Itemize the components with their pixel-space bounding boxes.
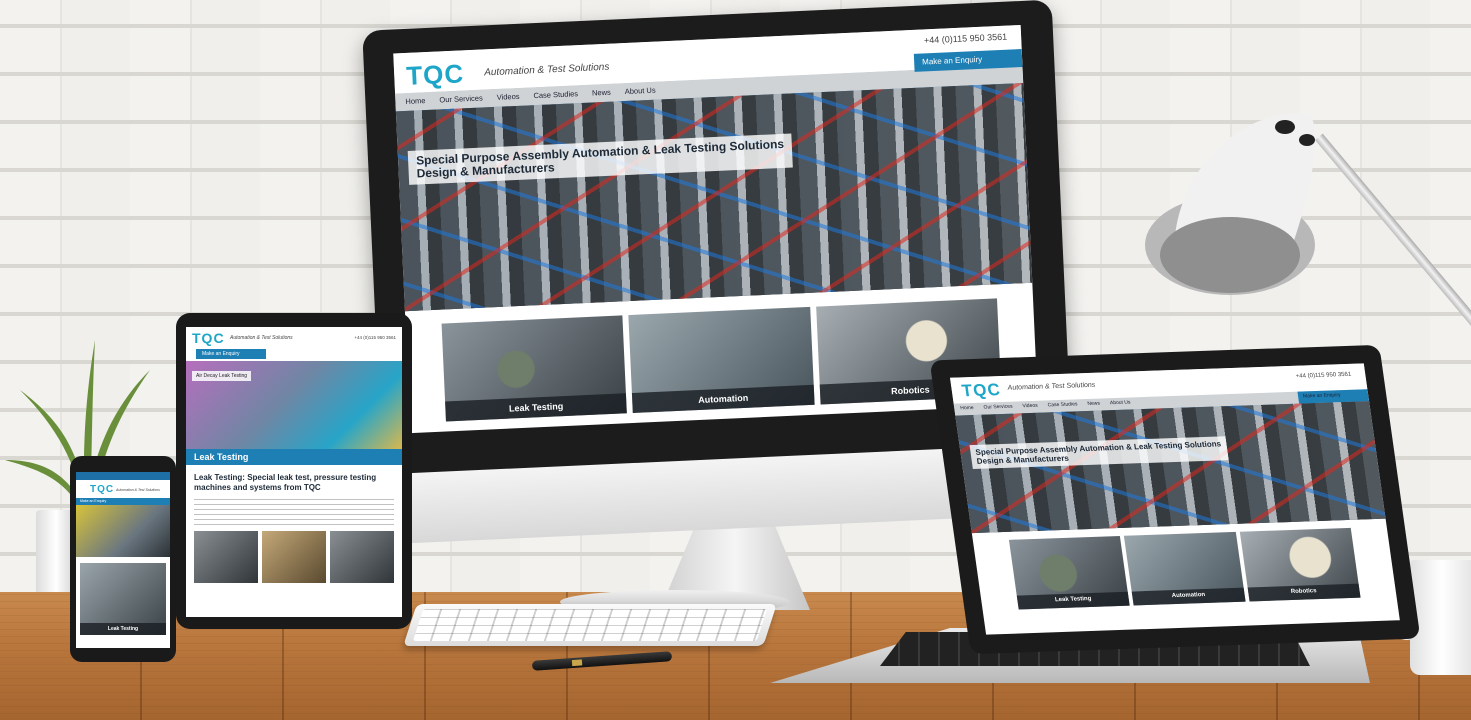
site-logo[interactable]: TQC (90, 484, 114, 495)
thumbnail-image[interactable] (262, 531, 326, 583)
tile-label: Automation (632, 384, 815, 413)
nav-about-us[interactable]: About Us (625, 86, 656, 97)
thumbnail-row (186, 529, 402, 585)
site-header: TQC Automation & Test Solutions (76, 480, 170, 498)
section-title-bar: Leak Testing (186, 449, 402, 465)
thumbnail-image[interactable] (330, 531, 394, 583)
desk-lamp-shade (1145, 113, 1316, 295)
body-text-lines (194, 499, 394, 525)
site-logo[interactable]: TQC (406, 58, 465, 92)
site-logo[interactable]: TQC (961, 380, 1003, 401)
phone-number[interactable]: +44 (0)115 950 3561 (354, 335, 396, 340)
tile-label: Automation (1132, 587, 1246, 606)
keyboard (403, 604, 777, 646)
tile-leak-testing[interactable]: Leak Testing (80, 563, 166, 635)
hero-label: Air Decay Leak Testing (192, 371, 252, 381)
nav-home[interactable]: Home (960, 405, 974, 413)
nav-videos[interactable]: Videos (497, 92, 520, 103)
tile-label: Leak Testing (1016, 591, 1130, 610)
hero-title: Special Purpose Assembly Automation & Le… (969, 436, 1229, 470)
tablet-hero: Air Decay Leak Testing (186, 361, 402, 449)
coffee-mug (1410, 560, 1471, 675)
nav-news[interactable]: News (592, 88, 611, 99)
nav-our-services[interactable]: Our Services (439, 93, 483, 105)
nav-home[interactable]: Home (405, 96, 425, 107)
hero-title: Special Purpose Assembly Automation & Le… (407, 133, 794, 185)
tile-automation[interactable]: Automation (628, 306, 815, 413)
site-tagline: Automation & Test Solutions (483, 61, 610, 79)
tile-label: Leak Testing (445, 393, 628, 422)
phone-screen: TQC Automation & Test Solutions Make an … (76, 472, 170, 648)
service-tiles: Leak Testing Automation Robotics (972, 519, 1398, 619)
tile-leak-testing[interactable]: Leak Testing (441, 315, 628, 422)
nav-news[interactable]: News (1087, 401, 1101, 409)
tablet-screen: TQC Automation & Test Solutions +44 (0)1… (186, 327, 402, 617)
thumbnail-image[interactable] (194, 531, 258, 583)
tablet: TQC Automation & Test Solutions +44 (0)1… (176, 313, 412, 629)
site-tagline: Automation & Test Solutions (1007, 381, 1096, 392)
nav-about-us[interactable]: About Us (1110, 400, 1132, 409)
nav-case-studies[interactable]: Case Studies (1047, 401, 1078, 410)
enquiry-button[interactable]: Make an Enquiry (196, 349, 266, 359)
laptop: TQC Automation & Test Solutions +44 (0)1… (929, 344, 1421, 655)
nav-our-services[interactable]: Our Services (983, 404, 1013, 413)
smartphone: TQC Automation & Test Solutions Make an … (70, 456, 176, 662)
phone-top-bar (76, 472, 170, 480)
enquiry-button[interactable]: Make an Enquiry (76, 498, 170, 505)
site-header: TQC Automation & Test Solutions +44 (0)1… (186, 327, 402, 349)
tile-automation[interactable]: Automation (1124, 531, 1246, 606)
site-logo[interactable]: TQC (192, 330, 225, 346)
hero-banner: Special Purpose Assembly Automation & Le… (955, 401, 1386, 534)
nav-case-studies[interactable]: Case Studies (533, 89, 578, 101)
site-tagline: Automation & Test Solutions (230, 335, 293, 341)
phone-number[interactable]: +44 (0)115 950 3561 (924, 32, 1008, 46)
nav-videos[interactable]: Videos (1022, 403, 1038, 411)
site-tagline: Automation & Test Solutions (116, 488, 160, 492)
tile-label: Leak Testing (80, 623, 166, 635)
tile-label: Robotics (1247, 583, 1361, 602)
phone-hero (76, 505, 170, 557)
laptop-screen: TQC Automation & Test Solutions +44 (0)1… (950, 363, 1400, 635)
hero-banner: Special Purpose Assembly Automation & Le… (395, 82, 1033, 312)
tile-robotics[interactable]: Robotics (1239, 527, 1361, 602)
tile-leak-testing[interactable]: Leak Testing (1008, 535, 1130, 610)
phone-number[interactable]: +44 (0)115 950 3561 (1295, 372, 1351, 380)
page-heading: Leak Testing: Special leak test, pressur… (194, 473, 377, 492)
